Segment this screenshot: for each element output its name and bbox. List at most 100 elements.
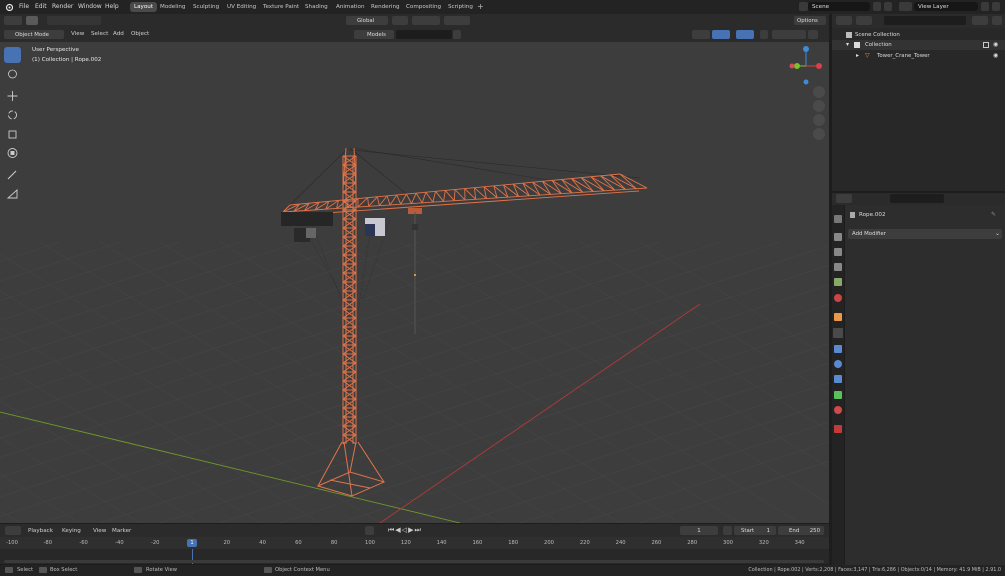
render-tab-icon[interactable] [834, 233, 842, 241]
pivot-point-dropdown[interactable] [392, 16, 408, 25]
view-layer-browse-icon[interactable] [899, 2, 912, 11]
measure-tool-icon[interactable] [4, 186, 21, 202]
world-tab-icon[interactable] [834, 294, 842, 302]
menu-help[interactable]: Help [105, 3, 119, 10]
shading-mode-buttons[interactable] [772, 30, 806, 39]
outliner-row-tower-crane[interactable]: ▸ ▽ Tower_Crane_Tower ◉ [832, 51, 1005, 61]
timeline-editor-type-icon[interactable] [5, 526, 21, 535]
timeline-scrollbar[interactable] [4, 560, 824, 563]
gizmo-toggle[interactable] [712, 30, 730, 39]
collection-filter-dropdown[interactable]: Models [354, 30, 394, 39]
timeline-menu-keying[interactable]: Keying [62, 528, 81, 534]
overlay-toggle[interactable] [736, 30, 754, 39]
scene-tab-icon[interactable] [834, 278, 842, 286]
physics-tab-icon[interactable] [834, 360, 842, 368]
add-workspace-icon[interactable]: + [477, 2, 484, 11]
workspace-tab-modeling[interactable]: Modeling [156, 2, 189, 12]
workspace-tab-rendering[interactable]: Rendering [367, 2, 404, 12]
ortho-toggle-icon[interactable] [813, 128, 825, 140]
outliner-search-input[interactable] [884, 16, 966, 25]
navigation-gizmo[interactable] [784, 44, 828, 88]
outliner-row-scene-collection[interactable]: Scene Collection [832, 30, 1005, 40]
material-tab-icon[interactable] [834, 406, 842, 414]
output-tab-icon[interactable] [834, 248, 842, 256]
expand-arrow-icon[interactable]: ▾ [846, 41, 849, 48]
outliner-row-collection[interactable]: ▾ Collection ◉ [832, 40, 1005, 50]
snapping-dropdown[interactable] [412, 16, 440, 25]
preview-range-icon[interactable] [723, 526, 732, 535]
object-eye-icon[interactable]: ◉ [993, 52, 998, 59]
outliner-display-mode-icon[interactable] [856, 16, 872, 25]
frame-end-field[interactable]: End 250 [778, 526, 824, 535]
viewport-menu-add[interactable]: Add [113, 31, 124, 37]
constraints-tab-icon[interactable] [834, 375, 842, 383]
annotate-tool-icon[interactable] [4, 167, 21, 183]
collection-checkbox-icon[interactable] [983, 42, 989, 48]
pan-view-icon[interactable] [813, 100, 825, 112]
scene-name-field[interactable]: Scene [808, 2, 870, 11]
workspace-tab-compositing[interactable]: Compositing [402, 2, 445, 12]
tower-crane-model[interactable] [281, 147, 648, 497]
collapse-arrow-icon[interactable]: ▸ [856, 52, 859, 59]
add-modifier-dropdown[interactable]: Add Modifier ⌄ [848, 229, 1002, 239]
properties-search-input[interactable] [890, 194, 944, 203]
outliner-editor-type-icon[interactable] [836, 16, 852, 25]
new-collection-icon[interactable] [992, 16, 1002, 25]
selection-mode-buttons[interactable] [47, 16, 101, 25]
playback-controls[interactable]: ⏮◀◁▶⏭ [388, 526, 422, 535]
search-clear-icon[interactable] [453, 30, 461, 39]
timeline-menu-playback[interactable]: Playback [28, 528, 53, 534]
workspace-tab-texture-paint[interactable]: Texture Paint [259, 2, 303, 12]
workspace-tab-sculpting[interactable]: Sculpting [189, 2, 223, 12]
camera-view-icon[interactable] [813, 114, 825, 126]
workspace-tab-shading[interactable]: Shading [301, 2, 332, 12]
delete-scene-icon[interactable] [884, 2, 892, 11]
xray-toggle[interactable] [760, 30, 768, 39]
new-scene-icon[interactable] [873, 2, 881, 11]
particles-tab-icon[interactable] [834, 345, 842, 353]
outliner-filter-icon[interactable] [972, 16, 988, 25]
object-visibility-dropdown[interactable] [692, 30, 710, 39]
data-tab-icon[interactable] [834, 391, 842, 399]
rotate-tool-icon[interactable] [4, 107, 21, 123]
new-view-layer-icon[interactable] [981, 2, 989, 11]
current-frame-field[interactable]: 1 [680, 526, 718, 535]
3d-viewport[interactable]: User Perspective (1) Collection | Rope.0… [0, 42, 829, 523]
object-mode-dropdown[interactable]: Object Mode [4, 30, 64, 39]
timeline-menu-marker[interactable]: Marker [112, 528, 131, 534]
editor-type-icon[interactable] [4, 16, 22, 25]
shading-options-dropdown[interactable] [808, 30, 818, 39]
pin-icon[interactable]: ✎ [991, 211, 996, 218]
object-tab-icon[interactable] [834, 313, 842, 321]
properties-editor-type-icon[interactable] [836, 194, 852, 203]
move-tool-icon[interactable] [4, 88, 21, 104]
auto-keying-icon[interactable] [365, 526, 374, 535]
workspace-tab-uv-editing[interactable]: UV Editing [223, 2, 260, 12]
workspace-tab-animation[interactable]: Animation [332, 2, 369, 12]
transform-tool-icon[interactable] [4, 145, 21, 161]
frame-start-field[interactable]: Start 1 [734, 526, 776, 535]
timeline-menu-view[interactable]: View [93, 528, 106, 534]
workspace-tab-scripting[interactable]: Scripting [444, 2, 477, 12]
viewport-search-input[interactable] [396, 30, 452, 39]
menu-window[interactable]: Window [78, 3, 102, 10]
viewport-menu-view[interactable]: View [71, 31, 84, 37]
zoom-view-icon[interactable] [813, 86, 825, 98]
scale-tool-icon[interactable] [4, 126, 21, 142]
tool-tab-icon[interactable] [834, 215, 842, 223]
select-box-tool[interactable] [4, 47, 21, 63]
transform-orientation-dropdown[interactable]: Global [346, 16, 388, 25]
menu-edit[interactable]: Edit [35, 3, 47, 10]
viewport-menu-object[interactable]: Object [131, 31, 149, 37]
collection-eye-icon[interactable]: ◉ [993, 41, 998, 48]
blender-logo-icon[interactable] [5, 3, 14, 12]
proportional-editing-dropdown[interactable] [444, 16, 470, 25]
view-layer-tab-icon[interactable] [834, 263, 842, 271]
delete-view-layer-icon[interactable] [992, 2, 1000, 11]
texture-tab-icon[interactable] [834, 425, 842, 433]
cursor-tool-icon[interactable] [4, 66, 21, 82]
playhead-frame-badge[interactable]: 1 [187, 539, 197, 547]
menu-file[interactable]: File [19, 3, 29, 10]
viewport-menu-select[interactable]: Select [91, 31, 108, 37]
timeline-ruler[interactable]: -100 -80 -60 -40 -20 20 40 60 80 100 120 140 160 180 2… [0, 537, 829, 549]
